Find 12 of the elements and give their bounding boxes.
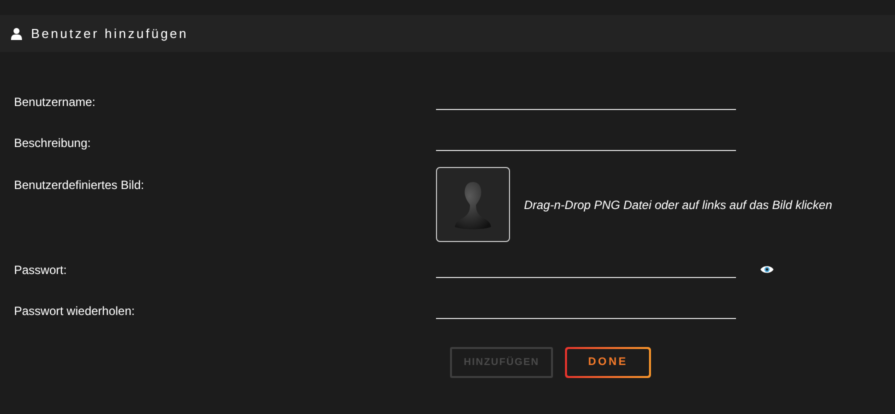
field-label: Passwort wiederholen: <box>13 303 136 320</box>
user-icon <box>11 28 22 40</box>
field-label: Benutzername: <box>13 94 96 111</box>
field-label: Passwort: <box>13 262 68 279</box>
eye-icon[interactable] <box>760 265 774 274</box>
field-label: Beschreibung: <box>13 135 92 152</box>
field-label: Benutzerdefiniertes Bild: <box>13 177 146 194</box>
person-silhouette-icon <box>453 180 493 230</box>
header-title: Benutzer hinzufügen <box>31 24 188 43</box>
upload-hint: Drag-n-Drop PNG Datei oder auf links auf das Bild klicken <box>524 196 832 214</box>
done-button[interactable]: DONE <box>565 347 651 378</box>
avatar-upload[interactable] <box>436 167 510 242</box>
